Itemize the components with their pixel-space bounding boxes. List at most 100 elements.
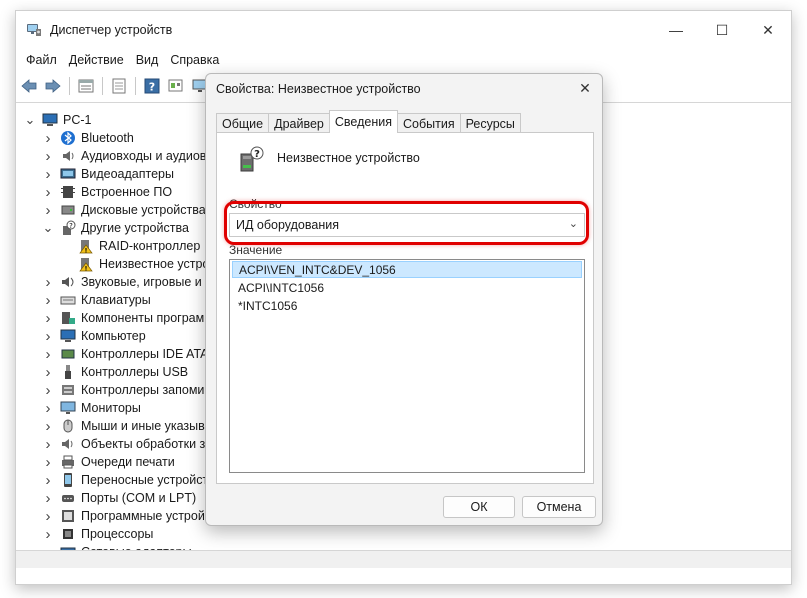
tree-item[interactable]: ⌄ PC-1 xyxy=(24,111,92,129)
tree-item[interactable]: ⌄? Другие устройства xyxy=(42,219,189,237)
chevron-right-icon[interactable]: › xyxy=(42,490,54,507)
tree-item[interactable]: › Контроллеры USB xyxy=(42,363,189,381)
tree-item-label: Компьютер xyxy=(81,329,146,343)
storage-controller-icon xyxy=(60,382,76,398)
tree-item-label: Неизвестное устрой xyxy=(99,257,217,271)
tree-item[interactable]: › Клавиатуры xyxy=(42,291,151,309)
tree-item[interactable]: › Мыши и иные указыва xyxy=(42,417,212,435)
software-component-icon xyxy=(60,310,76,326)
list-item[interactable]: ACPI\VEN_INTC&DEV_1056 xyxy=(232,261,582,278)
svg-text:?: ? xyxy=(69,222,73,230)
tree-item[interactable]: › Очереди печати xyxy=(42,453,175,471)
chevron-right-icon[interactable]: › xyxy=(42,454,54,471)
tab-driver[interactable]: Драйвер xyxy=(268,113,330,133)
audio-processing-icon xyxy=(60,436,76,452)
tree-item[interactable]: › Дисковые устройства xyxy=(42,201,206,219)
tree-item[interactable]: › Порты (COM и LPT) xyxy=(42,489,197,507)
tree-item[interactable]: › Переносные устройств xyxy=(42,471,215,489)
pc-icon xyxy=(42,112,58,128)
properties-icon xyxy=(78,79,94,93)
tree-item[interactable]: › Звуковые, игровые и в xyxy=(42,273,212,291)
dialog-tabs: Общие Драйвер Сведения События Ресурсы xyxy=(216,110,521,133)
dialog-close-button[interactable]: ✕ xyxy=(576,80,594,97)
ide-controller-icon xyxy=(60,346,76,362)
menu-view[interactable]: Вид xyxy=(130,53,165,67)
tree-item[interactable]: › Процессоры xyxy=(42,525,154,543)
tree-item[interactable]: › Компоненты программ xyxy=(42,309,213,327)
tab-details[interactable]: Сведения xyxy=(328,110,398,133)
tab-general[interactable]: Общие xyxy=(216,113,270,133)
chevron-right-icon[interactable]: › xyxy=(42,130,54,147)
chevron-right-icon[interactable]: › xyxy=(42,436,54,453)
chevron-right-icon[interactable]: › xyxy=(42,472,54,489)
menu-action[interactable]: Действие xyxy=(63,53,130,67)
warning-device-icon: ! xyxy=(78,256,94,272)
tree-item[interactable]: ! RAID-контроллер xyxy=(60,237,200,255)
chevron-right-icon[interactable]: › xyxy=(42,274,54,291)
value-listbox[interactable]: ACPI\VEN_INTC&DEV_1056 ACPI\INTC1056 *IN… xyxy=(229,259,585,473)
tree-item[interactable]: ! Неизвестное устрой xyxy=(60,255,216,273)
arrow-left-icon xyxy=(21,79,37,93)
list-item[interactable]: *INTC1056 xyxy=(232,297,582,314)
tree-item[interactable]: › Bluetooth xyxy=(42,129,134,147)
warning-device-icon: ! xyxy=(78,238,94,254)
chevron-right-icon[interactable]: › xyxy=(42,148,54,165)
tree-item[interactable]: › Мониторы xyxy=(42,399,141,417)
svg-text:?: ? xyxy=(149,81,155,94)
tree-item[interactable]: › Объекты обработки зв xyxy=(42,435,212,453)
window-title: Диспетчер устройств xyxy=(50,23,173,37)
tree-item[interactable]: › Аудиовходы и аудиовы xyxy=(42,147,216,165)
property-select[interactable]: ИД оборудования ⌄ xyxy=(229,213,585,237)
tree-item[interactable]: › Видеоадаптеры xyxy=(42,165,174,183)
help-icon: ? xyxy=(144,78,160,94)
tab-resources[interactable]: Ресурсы xyxy=(459,113,521,133)
chevron-right-icon[interactable]: › xyxy=(42,166,54,183)
chevron-right-icon[interactable]: › xyxy=(42,346,54,363)
toolbar-separator xyxy=(135,77,136,95)
chevron-right-icon[interactable]: › xyxy=(42,292,54,309)
chevron-right-icon[interactable]: › xyxy=(42,184,54,201)
tree-item[interactable]: › Программные устройс xyxy=(42,507,212,525)
chevron-right-icon[interactable]: › xyxy=(42,202,54,219)
update-driver-toolbar-button[interactable] xyxy=(108,75,130,97)
tree-item-label: Клавиатуры xyxy=(81,293,151,307)
back-button[interactable] xyxy=(18,75,40,97)
chevron-right-icon[interactable]: › xyxy=(42,382,54,399)
ok-button[interactable]: ОК xyxy=(443,496,515,518)
unknown-device-icon: ? xyxy=(240,146,264,172)
horizontal-scrollbar[interactable] xyxy=(16,550,791,568)
tree-item[interactable]: › Компьютер xyxy=(42,327,146,345)
forward-button[interactable] xyxy=(42,75,64,97)
menu-file[interactable]: Файл xyxy=(20,53,63,67)
menu-help[interactable]: Справка xyxy=(164,53,225,67)
chevron-right-icon[interactable]: › xyxy=(42,400,54,417)
chevron-down-icon[interactable]: ⌄ xyxy=(42,220,54,235)
tree-item[interactable]: › Встроенное ПО xyxy=(42,183,173,201)
tab-events[interactable]: События xyxy=(396,113,461,133)
chevron-down-icon[interactable]: ⌄ xyxy=(24,112,36,127)
list-item[interactable]: ACPI\INTC1056 xyxy=(232,279,582,296)
chevron-right-icon[interactable]: › xyxy=(42,526,54,543)
tree-item-label: Порты (COM и LPT) xyxy=(81,491,197,505)
firmware-icon xyxy=(60,184,76,200)
cancel-button[interactable]: Отмена xyxy=(522,496,596,518)
maximize-button[interactable]: ☐ xyxy=(699,11,745,49)
close-button[interactable]: ✕ xyxy=(745,11,791,49)
chevron-right-icon[interactable]: › xyxy=(42,508,54,525)
unknown-device-icon: ? xyxy=(60,220,76,236)
chevron-right-icon[interactable]: › xyxy=(42,328,54,345)
device-manager-icon xyxy=(27,24,41,36)
scan-toolbar-button[interactable] xyxy=(165,75,187,97)
tree-item[interactable]: › Контроллеры запомин xyxy=(42,381,212,399)
help-toolbar-button[interactable]: ? xyxy=(141,75,163,97)
properties-toolbar-button[interactable] xyxy=(75,75,97,97)
tree-item[interactable]: › Контроллеры IDE ATA/ xyxy=(42,345,213,363)
chevron-right-icon[interactable]: › xyxy=(42,418,54,435)
toolbar-separator xyxy=(69,77,70,95)
cpu-icon xyxy=(60,526,76,542)
chevron-right-icon[interactable]: › xyxy=(42,310,54,327)
chevron-right-icon[interactable]: › xyxy=(42,364,54,381)
chevron-down-icon: ⌄ xyxy=(568,218,578,230)
minimize-button[interactable]: — xyxy=(653,11,699,49)
